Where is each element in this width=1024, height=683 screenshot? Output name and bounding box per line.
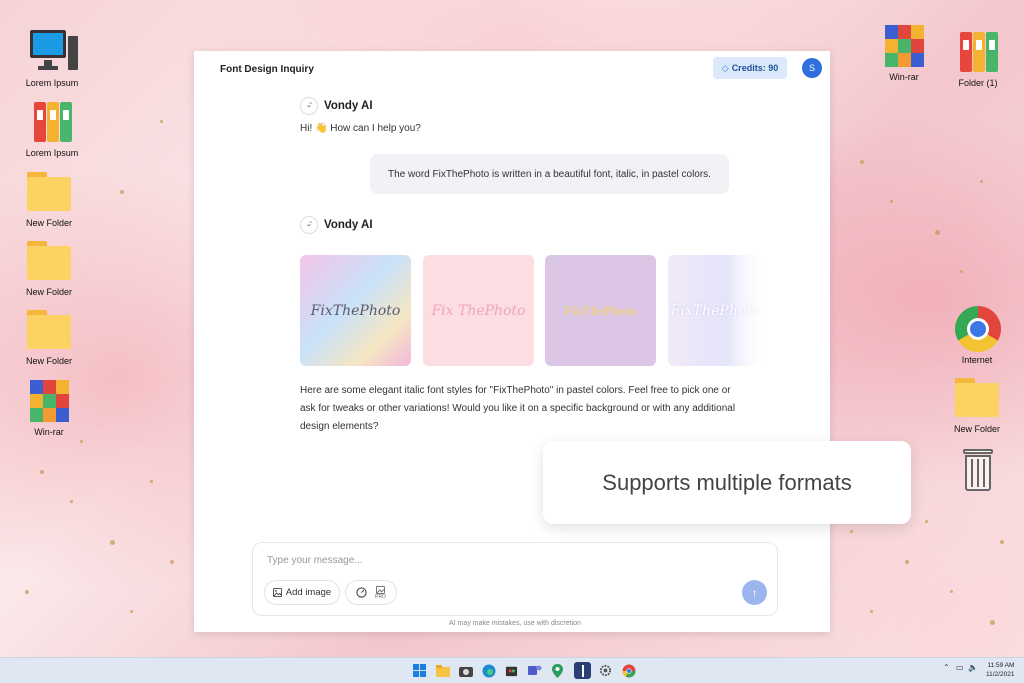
system-clock[interactable]: 11:59 AM 11/2/2021 — [986, 661, 1014, 679]
desktop-icon-lorem-ipsum-1[interactable]: Lorem Ipsum — [17, 28, 87, 89]
teams-icon — [527, 665, 541, 675]
disclaimer: AI may make mistakes, use with discretio… — [449, 620, 581, 627]
desktop-icon-label: New Folder — [25, 287, 72, 297]
computer-icon — [28, 28, 78, 76]
vondy-logo-icon: ᵕ̈ — [300, 216, 318, 234]
chat-window: Font Design Inquiry ◇ Credits: 90 S ᵕ̈ V… — [194, 51, 830, 632]
chrome-icon — [953, 305, 1001, 353]
volume-icon[interactable]: 🔈 — [968, 663, 978, 672]
bot-name: Vondy AI — [324, 100, 373, 112]
image-icon — [272, 588, 282, 597]
desktop-icon-win-rar-right[interactable]: Win-rar — [869, 22, 939, 83]
camera-button[interactable] — [457, 662, 474, 679]
desktop-icon-label: New Folder — [25, 356, 72, 366]
gear-icon — [599, 664, 612, 677]
settings-button[interactable] — [597, 662, 614, 679]
desktop-icon-label: Win-rar — [889, 72, 919, 82]
desktop-icon-label: Lorem Ipsum — [25, 148, 79, 158]
user-message: The word FixThePhoto is written in a bea… — [370, 154, 729, 194]
folder-icon — [25, 168, 73, 216]
camera-icon — [458, 666, 473, 677]
desktop-icon-lorem-ipsum-2[interactable]: Lorem Ipsum — [17, 98, 87, 159]
folder-icon — [953, 374, 1001, 422]
message-input[interactable] — [267, 552, 667, 568]
network-icon[interactable]: ▭ — [956, 663, 964, 672]
desktop-icon-recycle-bin[interactable] — [942, 446, 1012, 496]
send-button[interactable]: ↑ — [742, 580, 767, 605]
add-image-label: Add image — [285, 587, 332, 598]
image-text: Fix ThePhoto — [431, 302, 526, 319]
chevron-up-icon[interactable]: ⌃ — [943, 663, 950, 672]
store-icon — [505, 666, 518, 677]
store-button[interactable] — [503, 662, 520, 679]
clock-time: 11:59 AM — [987, 662, 1015, 669]
page-title: Font Design Inquiry — [220, 64, 314, 75]
app-icon — [581, 664, 584, 677]
feature-callout-text: Supports multiple formats — [602, 469, 852, 495]
feature-callout: Supports multiple formats — [543, 441, 911, 524]
desktop-icon-label: New Folder — [25, 218, 72, 228]
credits-badge[interactable]: ◇ Credits: 90 — [713, 57, 787, 79]
desktop-icon-new-folder-2[interactable]: New Folder — [14, 237, 84, 298]
add-image-button[interactable]: Add image — [264, 580, 340, 605]
image-text: FixThePhoto — [310, 302, 401, 319]
teams-button[interactable] — [526, 662, 543, 679]
folder-icon — [25, 237, 73, 285]
bot-greeting: Hi! 👋 How can I help you? — [300, 123, 421, 134]
generated-image-1[interactable]: FixThePhoto — [300, 255, 411, 366]
vondy-logo-icon: ᵕ̈ — [300, 97, 318, 115]
credits-label: Credits: 90 — [731, 63, 779, 73]
desktop-icon-new-folder-3[interactable]: New Folder — [14, 306, 84, 367]
taskbar: ⌃ ▭ 🔈 11:59 AM 11/2/2021 — [0, 657, 1024, 683]
map-pin-icon — [552, 663, 563, 678]
desktop-icon-folder-1[interactable]: Folder (1) — [943, 28, 1013, 89]
generated-image-3[interactable]: FixThePhoto — [545, 255, 656, 366]
carousel-fade — [729, 251, 779, 371]
chrome-icon — [622, 664, 635, 677]
bot-answer: Here are some elegant italic font styles… — [300, 385, 736, 432]
desktop-icon-label: New Folder — [953, 424, 1000, 434]
edge-button[interactable] — [480, 662, 497, 679]
bot-name: Vondy AI — [324, 219, 373, 231]
arrow-up-icon: ↑ — [751, 585, 758, 600]
winrar-icon — [880, 22, 928, 70]
pro-label: PRO — [375, 593, 386, 600]
file-explorer-button[interactable] — [434, 662, 451, 679]
gauge-icon[interactable] — [356, 587, 367, 598]
winrar-icon — [25, 377, 73, 425]
recycle-bin-icon — [953, 446, 1001, 494]
pro-image-button[interactable]: PRO — [375, 585, 386, 600]
avatar[interactable]: S — [802, 58, 822, 78]
desktop-icon-win-rar-left[interactable]: Win-rar — [14, 377, 84, 438]
diamond-icon: ◇ — [721, 62, 729, 73]
binders-icon — [954, 28, 1002, 76]
start-button[interactable] — [411, 662, 428, 679]
message-composer: Add image PRO ↑ — [252, 542, 778, 616]
edge-icon — [482, 664, 495, 677]
tool-selector: PRO — [345, 580, 397, 605]
desktop-icon-new-folder-right[interactable]: New Folder — [942, 374, 1012, 435]
windows-logo-icon — [413, 664, 426, 677]
image-text: FixThePhoto — [564, 302, 637, 318]
desktop-icon-internet[interactable]: Internet — [942, 305, 1012, 366]
chrome-button[interactable] — [620, 662, 637, 679]
folder-icon — [25, 306, 73, 354]
desktop-icon-label: Win-rar — [34, 427, 64, 437]
image-pro-icon — [376, 585, 385, 594]
vondy-app-button[interactable] — [574, 662, 591, 679]
desktop-icon-label: Lorem Ipsum — [25, 78, 79, 88]
folder-icon — [435, 664, 450, 677]
bot-header-2: ᵕ̈ Vondy AI — [300, 216, 373, 234]
generated-image-2[interactable]: Fix ThePhoto — [423, 255, 534, 366]
desktop-icon-label: Folder (1) — [958, 78, 998, 88]
binders-icon — [28, 98, 76, 146]
clock-date: 11/2/2021 — [986, 671, 1015, 678]
desktop-icon-label: Internet — [961, 355, 993, 365]
desktop-icon-new-folder-1[interactable]: New Folder — [14, 168, 84, 229]
maps-button[interactable] — [549, 662, 566, 679]
bot-header-1: ᵕ̈ Vondy AI — [300, 97, 373, 115]
